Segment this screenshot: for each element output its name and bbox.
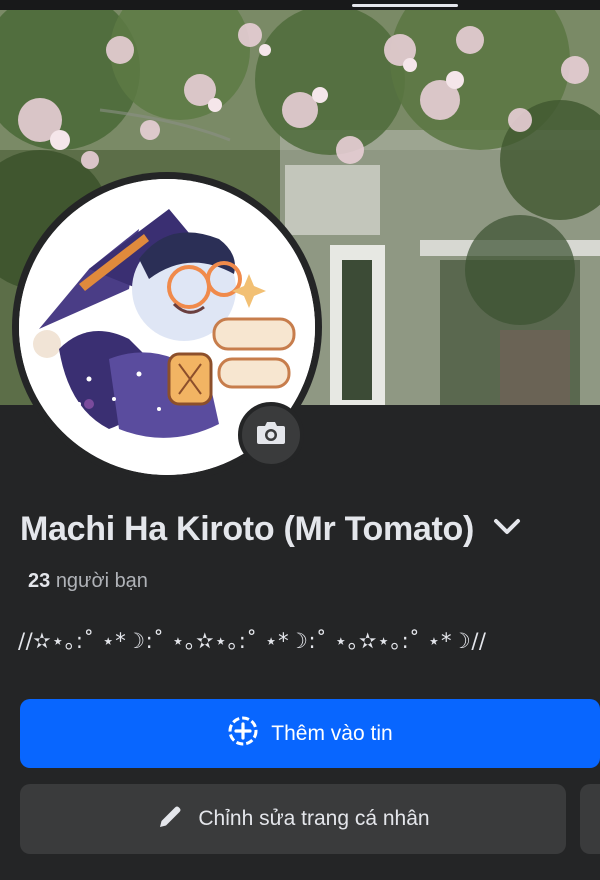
scroll-indicator [352, 4, 458, 7]
friends-count-label: người bạn [55, 570, 148, 592]
more-options-button[interactable] [580, 784, 600, 854]
plus-circle-icon [227, 715, 259, 752]
profile-bio: //✫⋆｡:˚ ⋆*☽:˚ ⋆｡✫⋆｡:˚ ⋆*☽:˚ ⋆｡✫⋆｡:˚ ⋆*☽/… [18, 629, 487, 653]
profile-name: Machi Ha Kiroto (Mr Tomato) [20, 510, 475, 548]
profile-name-row: Machi Ha Kiroto (Mr Tomato) [20, 510, 524, 549]
top-bar [0, 0, 600, 10]
pencil-icon [156, 803, 184, 836]
chevron-down-icon [493, 518, 521, 541]
change-profile-picture-button[interactable] [238, 402, 304, 468]
camera-icon [256, 420, 286, 451]
edit-profile-label: Chỉnh sửa trang cá nhân [198, 807, 430, 830]
edit-profile-button[interactable]: Chỉnh sửa trang cá nhân [20, 784, 566, 854]
add-to-story-button[interactable]: Thêm vào tin [20, 699, 600, 768]
profile-switch-button[interactable] [490, 513, 524, 547]
friends-count-number: 23 [28, 570, 51, 592]
friends-count[interactable]: 23 người bạn [28, 570, 148, 593]
add-to-story-label: Thêm vào tin [271, 721, 393, 745]
